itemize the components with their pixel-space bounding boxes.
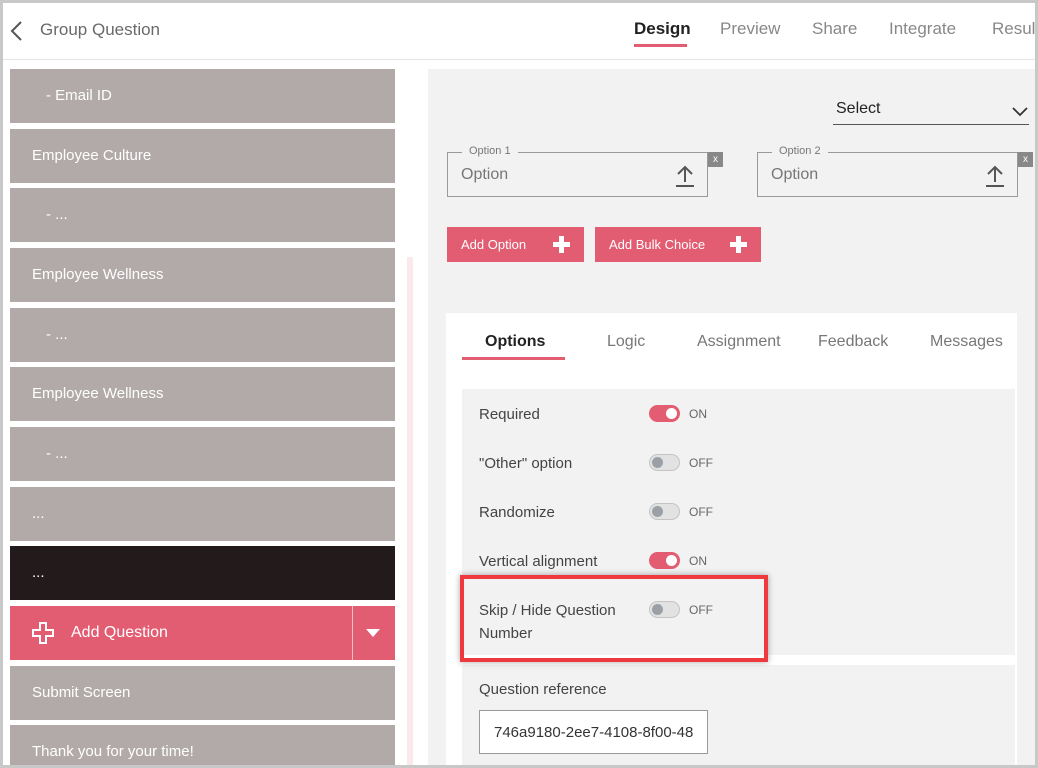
sidebar-item-sub[interactable]: - ... bbox=[10, 308, 395, 362]
add-bulk-choice-button[interactable]: Add Bulk Choice bbox=[595, 227, 761, 262]
sidebar-item-ellipsis[interactable]: ... bbox=[10, 487, 395, 541]
toggle-label: Vertical alignment bbox=[479, 553, 598, 570]
back-button[interactable] bbox=[7, 19, 29, 43]
add-question-button[interactable]: Add Question bbox=[10, 606, 395, 660]
toggle-label-line1: Skip / Hide Question bbox=[479, 602, 616, 619]
option-1-field: Option 1 bbox=[447, 145, 708, 197]
select-label: Select bbox=[836, 100, 881, 117]
sidebar-item-employee-wellness[interactable]: Employee Wellness bbox=[10, 367, 395, 421]
tab-messages[interactable]: Messages bbox=[930, 333, 1003, 351]
option-1-input[interactable] bbox=[461, 166, 661, 184]
toggle-knob bbox=[666, 555, 677, 566]
select-dropdown[interactable]: Select bbox=[833, 97, 1029, 125]
option-1-close-button[interactable]: x bbox=[708, 152, 723, 167]
toggle-label: "Other" option bbox=[479, 455, 573, 472]
toggle-row-randomize: Randomize OFF bbox=[462, 501, 1015, 541]
toggle-knob bbox=[666, 408, 677, 419]
sidebar-item-employee-wellness[interactable]: Employee Wellness bbox=[10, 248, 395, 302]
sidebar-item-active[interactable]: ... bbox=[10, 546, 395, 600]
toggle-knob bbox=[652, 604, 663, 615]
plus-icon bbox=[32, 622, 54, 644]
toggle-state: OFF bbox=[689, 603, 713, 617]
skip-hide-number-toggle[interactable] bbox=[649, 601, 680, 618]
toggle-state: OFF bbox=[689, 505, 713, 519]
tab-preview[interactable]: Preview bbox=[720, 19, 780, 39]
tab-design[interactable]: Design bbox=[634, 19, 691, 39]
required-toggle[interactable] bbox=[649, 405, 680, 422]
toggle-row-other-option: "Other" option OFF bbox=[462, 452, 1015, 492]
plus-icon bbox=[553, 236, 570, 253]
toggle-label: Skip / Hide Question Number bbox=[479, 599, 616, 645]
option-2-field: Option 2 bbox=[757, 145, 1018, 197]
add-question-label: Add Question bbox=[71, 624, 168, 641]
sidebar-item-employee-culture[interactable]: Employee Culture bbox=[10, 129, 395, 183]
editor-panel: Select Option 1 x Option 2 bbox=[428, 69, 1035, 765]
question-reference-label: Question reference bbox=[479, 681, 607, 698]
tab-assignment[interactable]: Assignment bbox=[697, 333, 781, 351]
option-2-close-button[interactable]: x bbox=[1018, 152, 1033, 167]
toggle-label: Randomize bbox=[479, 504, 555, 521]
tab-logic[interactable]: Logic bbox=[607, 333, 645, 351]
toggle-state: ON bbox=[689, 407, 707, 421]
settings-card: Options Logic Assignment Feedback Messag… bbox=[446, 313, 1017, 765]
other-option-toggle[interactable] bbox=[649, 454, 680, 471]
caret-down-icon[interactable] bbox=[364, 628, 382, 638]
randomize-toggle[interactable] bbox=[649, 503, 680, 520]
vertical-alignment-toggle[interactable] bbox=[649, 552, 680, 569]
chevron-down-icon bbox=[1012, 107, 1028, 117]
toggle-row-skip-hide-number: Skip / Hide Question Number OFF bbox=[462, 599, 1015, 649]
active-subtab-indicator bbox=[462, 357, 565, 360]
toggle-row-required: Required ON bbox=[462, 403, 1015, 443]
active-tab-indicator bbox=[634, 44, 687, 47]
question-sidebar: - Email ID Employee Culture - ... Employ… bbox=[10, 69, 395, 765]
divider bbox=[352, 606, 353, 660]
option-2-input[interactable] bbox=[771, 166, 971, 184]
tab-integrate[interactable]: Integrate bbox=[889, 19, 956, 39]
sidebar-item-sub[interactable]: - ... bbox=[10, 188, 395, 242]
scrollbar-track[interactable] bbox=[407, 257, 413, 765]
toggle-state: OFF bbox=[689, 456, 713, 470]
sidebar-item-thank-you[interactable]: Thank you for your time! bbox=[10, 725, 395, 765]
top-bar: Group Question Design Preview Share Inte… bbox=[3, 3, 1035, 60]
sidebar-item-sub[interactable]: - ... bbox=[10, 427, 395, 481]
question-reference-input[interactable] bbox=[479, 710, 708, 754]
toggle-row-vertical-alignment: Vertical alignment ON bbox=[462, 550, 1015, 590]
toggle-knob bbox=[652, 506, 663, 517]
upload-icon[interactable] bbox=[984, 164, 1006, 188]
tab-options[interactable]: Options bbox=[485, 333, 545, 351]
add-bulk-choice-label: Add Bulk Choice bbox=[609, 237, 706, 252]
tab-feedback[interactable]: Feedback bbox=[818, 333, 888, 351]
upload-icon[interactable] bbox=[674, 164, 696, 188]
toggle-knob bbox=[652, 457, 663, 468]
tab-result[interactable]: Result bbox=[992, 19, 1035, 39]
app-window: Group Question Design Preview Share Inte… bbox=[0, 0, 1038, 768]
option-1-legend: Option 1 bbox=[462, 145, 518, 157]
tab-share[interactable]: Share bbox=[812, 19, 857, 39]
add-option-button[interactable]: Add Option bbox=[447, 227, 584, 262]
toggle-label: Required bbox=[479, 406, 540, 423]
question-reference-panel: Question reference bbox=[462, 665, 1015, 765]
plus-icon bbox=[730, 236, 747, 253]
page-title: Group Question bbox=[40, 20, 161, 39]
sidebar-item-email-id[interactable]: - Email ID bbox=[10, 69, 395, 123]
sidebar-item-submit-screen[interactable]: Submit Screen bbox=[10, 666, 395, 720]
toggle-label-line2: Number bbox=[479, 625, 533, 642]
option-2-legend: Option 2 bbox=[772, 145, 828, 157]
options-panel: Required ON "Other" option OFF Randomize… bbox=[462, 389, 1015, 655]
add-option-label: Add Option bbox=[461, 237, 527, 252]
chevron-left-icon bbox=[10, 21, 22, 41]
toggle-state: ON bbox=[689, 554, 707, 568]
